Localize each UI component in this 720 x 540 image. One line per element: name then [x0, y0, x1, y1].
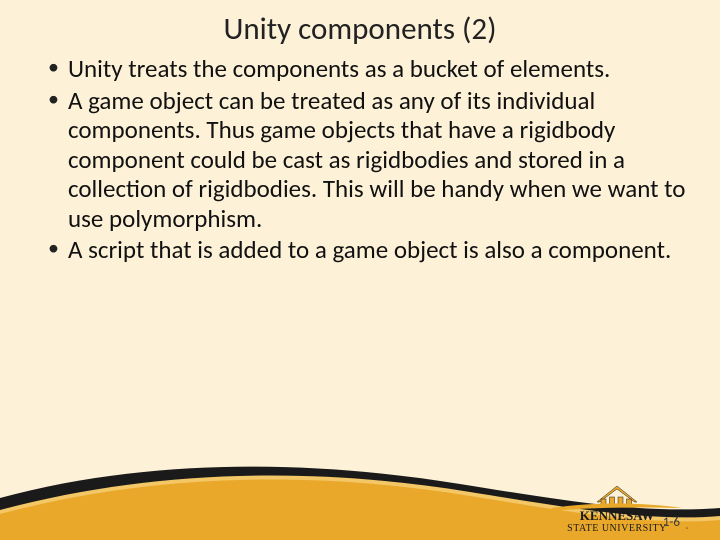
bullet-list: Unity treats the components as a bucket …	[48, 54, 686, 265]
list-item: A script that is added to a game object …	[48, 235, 686, 265]
logo-line1: KENNESAW	[580, 508, 654, 523]
logo-line2: STATE UNIVERSITY	[567, 523, 667, 534]
slide: Unity components (2) Unity treats the co…	[0, 0, 720, 540]
list-item: Unity treats the components as a bucket …	[48, 54, 686, 84]
slide-number: 1-6	[663, 515, 680, 530]
svg-text:®: ®	[686, 526, 689, 533]
slide-title: Unity components (2)	[0, 0, 720, 54]
slide-content: Unity treats the components as a bucket …	[0, 54, 720, 265]
list-item: A game object can be treated as any of i…	[48, 86, 686, 234]
